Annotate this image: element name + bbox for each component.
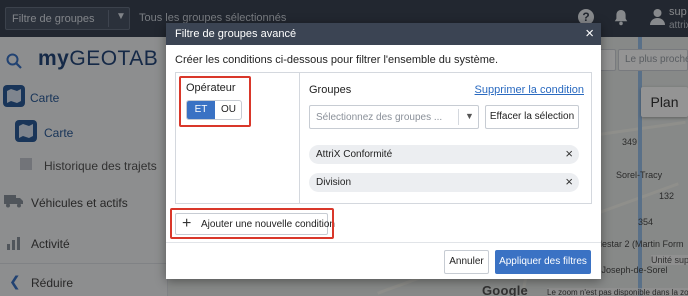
condition-box: Opérateur ET OU Groupes Supprimer la con… bbox=[175, 72, 592, 204]
dialog-description: Créer les conditions ci-dessous pour fil… bbox=[175, 54, 499, 66]
operator-panel: Opérateur ET OU bbox=[176, 73, 300, 203]
clear-selection-button[interactable]: Effacer la sélection bbox=[485, 105, 579, 129]
groups-select-separator bbox=[458, 109, 459, 125]
chevron-down-icon[interactable]: ▼ bbox=[465, 111, 474, 121]
groups-panel: Groupes Supprimer la condition Sélection… bbox=[300, 73, 591, 203]
group-chip-label: Division bbox=[316, 177, 352, 188]
close-icon[interactable]: × bbox=[585, 25, 594, 42]
cancel-button[interactable]: Annuler bbox=[444, 250, 489, 274]
groups-label: Groupes bbox=[309, 84, 352, 96]
groups-select-placeholder: Sélectionnez des groupes ... bbox=[316, 112, 443, 123]
add-condition-highlight-box bbox=[170, 208, 334, 239]
close-icon[interactable]: × bbox=[565, 174, 573, 190]
dialog-header: Filtre de groupes avancé × bbox=[166, 23, 601, 45]
apply-filters-button[interactable]: Appliquer des filtres bbox=[495, 250, 591, 274]
advanced-group-filter-dialog: Filtre de groupes avancé × Créer les con… bbox=[166, 23, 601, 279]
operator-highlight-box bbox=[179, 76, 251, 127]
group-chip: AttriX Conformité × bbox=[309, 145, 579, 164]
dialog-title: Filtre de groupes avancé bbox=[175, 28, 297, 40]
groups-select[interactable]: Sélectionnez des groupes ... ▼ bbox=[309, 105, 479, 129]
group-chip: Division × bbox=[309, 173, 579, 192]
remove-condition-link[interactable]: Supprimer la condition bbox=[475, 84, 584, 96]
group-chip-label: AttriX Conformité bbox=[316, 149, 393, 160]
dialog-footer-divider bbox=[166, 242, 601, 243]
close-icon[interactable]: × bbox=[565, 146, 573, 162]
